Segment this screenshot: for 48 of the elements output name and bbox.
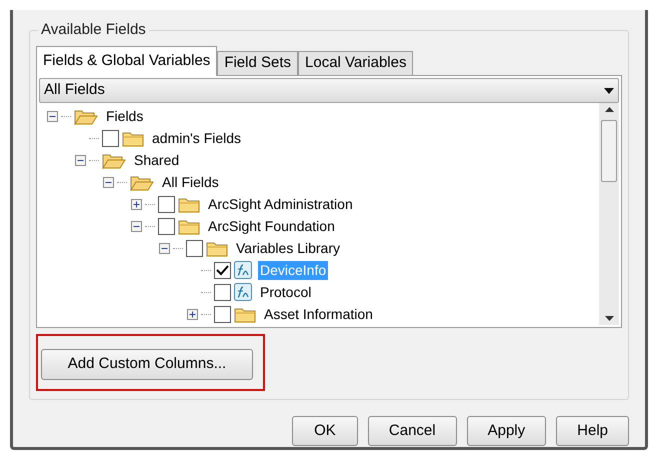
function-icon [234, 261, 252, 279]
checkbox[interactable] [214, 306, 231, 322]
tab[interactable]: Field Sets [217, 51, 298, 75]
scroll-down-icon[interactable] [604, 316, 614, 321]
collapse-icon[interactable] [103, 176, 114, 188]
dropdown-arrow-icon [604, 88, 614, 94]
tree-item[interactable]: Fields [104, 106, 146, 126]
collapse-icon[interactable] [159, 242, 170, 254]
open-folder-icon [102, 152, 126, 168]
open-folder-icon [74, 108, 98, 124]
checkbox[interactable] [214, 284, 231, 300]
filter-dropdown[interactable]: All Fields [39, 78, 619, 103]
open-folder-icon [130, 174, 154, 190]
tree-item[interactable]: All Fields [160, 172, 221, 192]
dialog-button[interactable]: OK [292, 416, 358, 446]
collapse-icon[interactable] [131, 220, 142, 232]
dialog-button[interactable]: Apply [466, 416, 546, 446]
scrollbar[interactable] [599, 103, 619, 325]
folder-icon [178, 196, 200, 212]
scrollbar-thumb[interactable] [601, 120, 617, 182]
folder-icon [178, 218, 200, 234]
expand-icon[interactable] [131, 198, 142, 210]
tree-item[interactable]: Shared [132, 150, 182, 170]
tree-item[interactable]: Protocol [258, 282, 314, 302]
dialog-button[interactable]: Cancel [368, 416, 457, 446]
add-custom-columns-button[interactable]: Add Custom Columns... [41, 349, 253, 380]
check-icon [216, 264, 229, 276]
expand-icon[interactable] [187, 308, 198, 320]
folder-icon [206, 240, 228, 256]
folder-icon [234, 306, 256, 322]
tree-item[interactable]: Asset Information [262, 304, 375, 324]
checkbox[interactable] [186, 240, 203, 256]
tree-item[interactable]: admin's Fields [150, 128, 244, 148]
checkbox[interactable] [214, 262, 231, 278]
tab[interactable]: Local Variables [298, 51, 414, 75]
folder-icon [122, 130, 144, 146]
checkbox[interactable] [102, 130, 119, 146]
scroll-up-icon[interactable] [604, 107, 614, 112]
tree-item[interactable]: ArcSight Administration [206, 194, 355, 214]
function-icon [234, 283, 252, 301]
tree-item[interactable]: ArcSight Foundation [206, 216, 337, 236]
collapse-icon[interactable] [47, 110, 58, 122]
collapse-icon[interactable] [75, 154, 86, 166]
tree-item[interactable]: Variables Library [234, 238, 342, 258]
checkbox[interactable] [158, 218, 175, 234]
dialog-button[interactable]: Help [556, 416, 629, 446]
checkbox[interactable] [158, 196, 175, 212]
tab[interactable]: Fields & Global Variables [36, 46, 218, 76]
